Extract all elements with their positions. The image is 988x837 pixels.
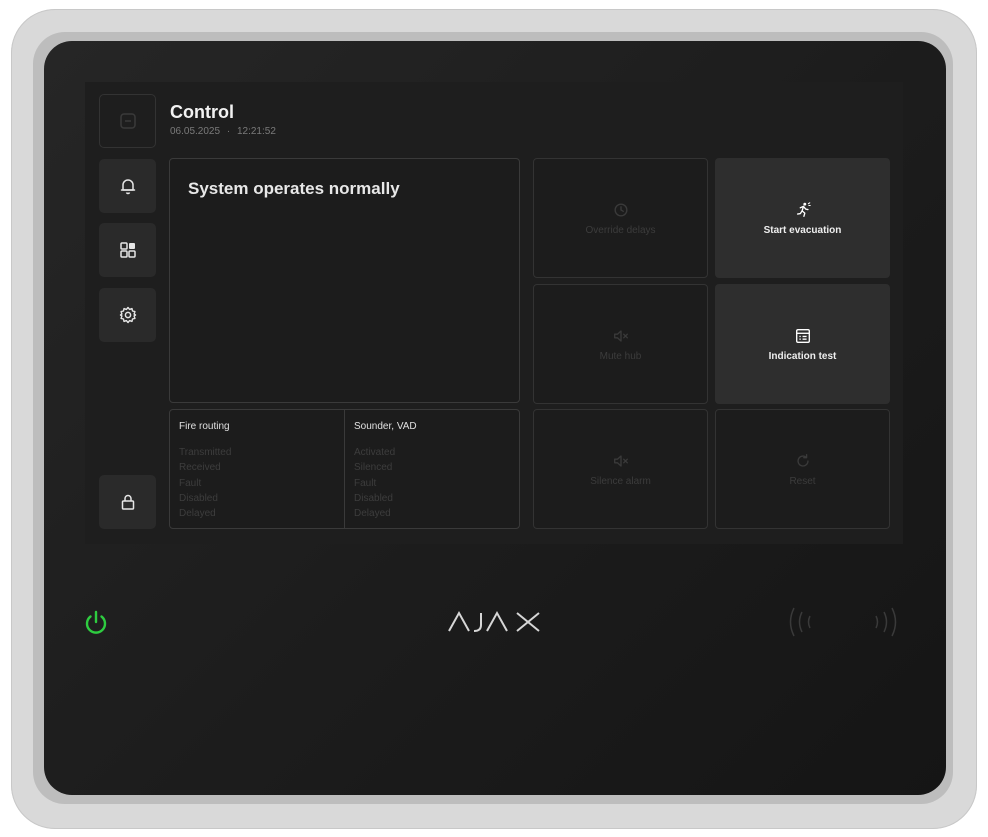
start-evacuation-label: Start evacuation [763,224,842,236]
status-panel: System operates normally [169,158,520,403]
dashboard-icon [119,242,136,258]
gear-icon [119,306,136,324]
fire-routing-panel: Fire routing Transmitted Received Fault … [169,409,345,529]
sidebar-item-dashboard[interactable] [99,223,156,277]
list-item: Fault [179,477,202,489]
list-item: Received [179,462,221,474]
list-item: Fault [354,477,377,489]
sidebar-item-lock[interactable] [99,475,156,529]
nfc-reader-icon [789,607,897,637]
bell-icon [120,179,135,195]
mute-hub-label: Mute hub [599,350,642,362]
sidebar-item-notifications[interactable] [99,159,156,213]
sounder-vad-list: Activated Silenced Fault Disabled Delaye… [354,445,395,521]
minus-square-icon [119,113,136,129]
status-message: System operates normally [188,179,400,198]
list-item: Activated [354,447,396,458]
override-delays-button[interactable]: Override delays [533,158,708,278]
sounder-vad-title: Sounder, VAD [354,421,417,432]
silence-alarm-label: Silence alarm [590,475,651,487]
reset-button[interactable]: Reset [715,409,890,529]
mute-hub-button[interactable]: Mute hub [533,284,708,404]
list-item: Silenced [354,462,393,474]
page-title: Control [170,102,234,122]
power-icon [85,610,107,634]
indication-test-button[interactable]: Indication test [715,284,890,404]
lock-icon [121,494,134,510]
checklist-icon [795,328,810,343]
date-text: 06.05.2025 [170,126,221,137]
list-item: Transmitted [179,447,232,458]
list-item: Delayed [354,508,391,520]
reset-icon [796,453,809,467]
list-item: Delayed [179,508,216,520]
running-person-icon [796,201,811,217]
speaker-muted-icon [613,454,628,467]
speaker-muted-icon [613,329,628,342]
start-evacuation-button[interactable]: Start evacuation [715,158,890,278]
fire-routing-list: Transmitted Received Fault Disabled Dela… [179,445,231,521]
sounder-vad-panel: Sounder, VAD Activated Silenced Fault Di… [344,409,520,529]
separator-dot: · [226,126,231,137]
list-item: Disabled [354,492,393,504]
ajax-logo [448,610,540,632]
clock-icon [613,202,628,217]
fire-routing-title: Fire routing [179,421,230,432]
time-text: 12:21:52 [236,126,276,137]
list-item: Disabled [179,492,218,504]
indication-test-label: Indication test [768,350,837,362]
override-delays-label: Override delays [585,224,656,236]
sidebar-item-collapse[interactable] [99,94,156,148]
sidebar-item-settings[interactable] [99,288,156,342]
date-time: 06.05.2025 · 12:21:52 [170,126,276,137]
silence-alarm-button[interactable]: Silence alarm [533,409,708,529]
reset-label: Reset [789,475,816,487]
